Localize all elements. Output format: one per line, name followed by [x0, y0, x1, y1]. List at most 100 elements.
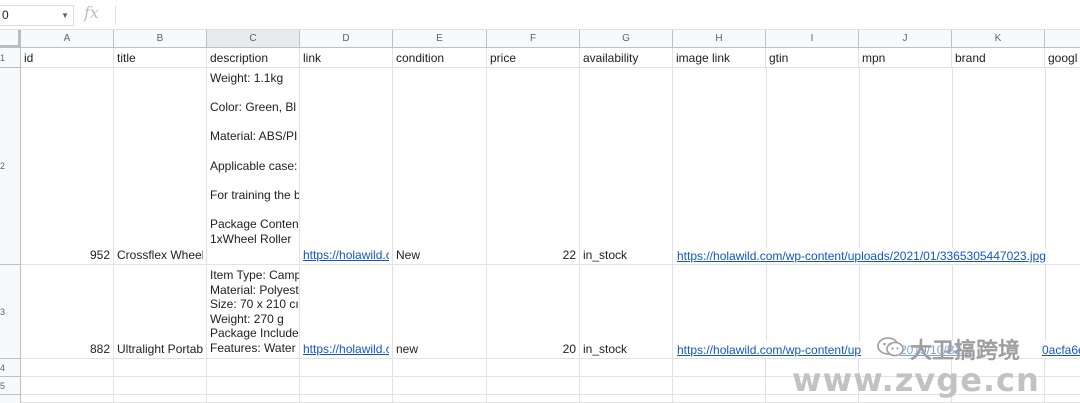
image-link[interactable]: https://holawild.com/wp-content/uploads/…: [677, 249, 1046, 263]
row-header-4[interactable]: 4: [0, 359, 21, 377]
column-header-b[interactable]: B: [114, 30, 207, 48]
availability-value: in_stock: [583, 342, 628, 356]
column-header-h[interactable]: H: [673, 30, 766, 48]
cell-c4[interactable]: [207, 359, 300, 377]
chevron-down-icon[interactable]: ▼: [61, 6, 69, 25]
cell-a5[interactable]: [21, 377, 114, 395]
cell-f4[interactable]: [487, 359, 580, 377]
image-link-end: 0acfa6e: [1042, 343, 1080, 357]
cell-e5[interactable]: [393, 377, 487, 395]
cell-b2[interactable]: Crossflex Wheel: [114, 68, 207, 265]
cell-l4[interactable]: [1045, 359, 1080, 377]
cell-c3[interactable]: Item Type: Camp Material: Polyest Size: …: [207, 265, 300, 359]
description-value: Weight: 1.1kg Color: Green, Bl Material:…: [210, 71, 299, 246]
column-header-d[interactable]: D: [300, 30, 393, 48]
cell-f3[interactable]: 20: [487, 265, 580, 359]
cell-h1[interactable]: image link: [673, 48, 766, 68]
cell-d1[interactable]: link: [300, 48, 393, 68]
cell-e4[interactable]: [393, 359, 487, 377]
gridline: [952, 265, 953, 341]
gridline: [859, 265, 860, 341]
cell-g5[interactable]: [580, 377, 673, 395]
cell-c1[interactable]: description: [207, 48, 300, 68]
id-value: 952: [89, 248, 110, 262]
product-link[interactable]: https://holawild.c: [303, 342, 389, 356]
column-header-a[interactable]: A: [21, 30, 114, 48]
cell-b1[interactable]: title: [114, 48, 207, 68]
watermark-site: www.zvge.cn: [792, 361, 1040, 399]
fx-icon: fx: [84, 3, 99, 22]
cell-g4[interactable]: [580, 359, 673, 377]
cell-f6[interactable]: [487, 395, 580, 403]
gridline: [859, 68, 860, 248]
cell-d2[interactable]: https://holawild.c: [300, 68, 393, 265]
cell-g2[interactable]: in_stock: [580, 68, 673, 265]
price-value: 20: [562, 342, 576, 356]
column-header-f[interactable]: F: [487, 30, 580, 48]
row-header-5[interactable]: 5: [0, 377, 21, 395]
cell-d4[interactable]: [300, 359, 393, 377]
cell-a3[interactable]: 882: [21, 265, 114, 359]
cell-b6[interactable]: [114, 395, 207, 403]
name-box-value: 0: [2, 8, 9, 22]
cell-b3[interactable]: Ultralight Portab: [114, 265, 207, 359]
condition-value: New: [396, 248, 421, 262]
cell-c6[interactable]: [207, 395, 300, 403]
cell-c2[interactable]: Weight: 1.1kg Color: Green, Bl Material:…: [207, 68, 300, 265]
column-header-k[interactable]: K: [952, 30, 1045, 48]
cell-b4[interactable]: [114, 359, 207, 377]
cell-b5[interactable]: [114, 377, 207, 395]
cell-a6[interactable]: [21, 395, 114, 403]
condition-value: new: [396, 342, 419, 356]
price-value: 22: [562, 248, 576, 262]
row-header-6[interactable]: [0, 395, 21, 403]
cell-e2[interactable]: New: [393, 68, 487, 265]
gridline: [952, 68, 953, 248]
select-all-corner[interactable]: [0, 30, 21, 48]
cell-i1[interactable]: gtin: [766, 48, 859, 68]
cell-h6[interactable]: [673, 395, 766, 403]
cell-c5[interactable]: [207, 377, 300, 395]
formula-input[interactable]: [120, 5, 1070, 25]
column-header-g[interactable]: G: [580, 30, 673, 48]
image-link[interactable]: https://holawild.com/wp-content/up: [677, 343, 861, 357]
row-header-3[interactable]: 3: [0, 265, 21, 359]
cell-g3[interactable]: in_stock: [580, 265, 673, 359]
cell-e6[interactable]: [393, 395, 487, 403]
column-header-c[interactable]: C: [207, 30, 300, 48]
row-header-2[interactable]: 2: [0, 68, 21, 265]
cell-h2[interactable]: [673, 68, 1080, 265]
wechat-icon: [876, 336, 906, 358]
cell-h5[interactable]: [673, 377, 766, 395]
cell-a1[interactable]: id: [21, 48, 114, 68]
cell-j1[interactable]: mpn: [859, 48, 952, 68]
cell-f5[interactable]: [487, 377, 580, 395]
cell-l1[interactable]: googl: [1045, 48, 1080, 68]
cell-d3[interactable]: https://holawild.c: [300, 265, 393, 359]
cell-l6[interactable]: [1045, 395, 1080, 403]
cell-e3[interactable]: new: [393, 265, 487, 359]
cell-d5[interactable]: [300, 377, 393, 395]
cell-d6[interactable]: [300, 395, 393, 403]
product-link[interactable]: https://holawild.c: [303, 248, 389, 262]
cell-g6[interactable]: [580, 395, 673, 403]
gridline: [766, 68, 767, 248]
cell-g1[interactable]: availability: [580, 48, 673, 68]
cell-k1[interactable]: brand: [952, 48, 1045, 68]
title-value: Crossflex Wheel: [117, 248, 203, 262]
column-header-i[interactable]: I: [766, 30, 859, 48]
cell-f2[interactable]: 22: [487, 68, 580, 265]
column-header-j[interactable]: J: [859, 30, 952, 48]
name-box[interactable]: 0 ▼: [0, 5, 74, 26]
gridline: [1045, 265, 1046, 341]
column-header-l[interactable]: [1045, 30, 1080, 48]
row-header-1[interactable]: 1: [0, 48, 21, 68]
cell-a4[interactable]: [21, 359, 114, 377]
cell-a2[interactable]: 952: [21, 68, 114, 265]
cell-f1[interactable]: price: [487, 48, 580, 68]
column-header-e[interactable]: E: [393, 30, 487, 48]
cell-l5[interactable]: [1045, 377, 1080, 395]
title-value: Ultralight Portab: [117, 342, 203, 356]
cell-h4[interactable]: [673, 359, 766, 377]
cell-e1[interactable]: condition: [393, 48, 487, 68]
